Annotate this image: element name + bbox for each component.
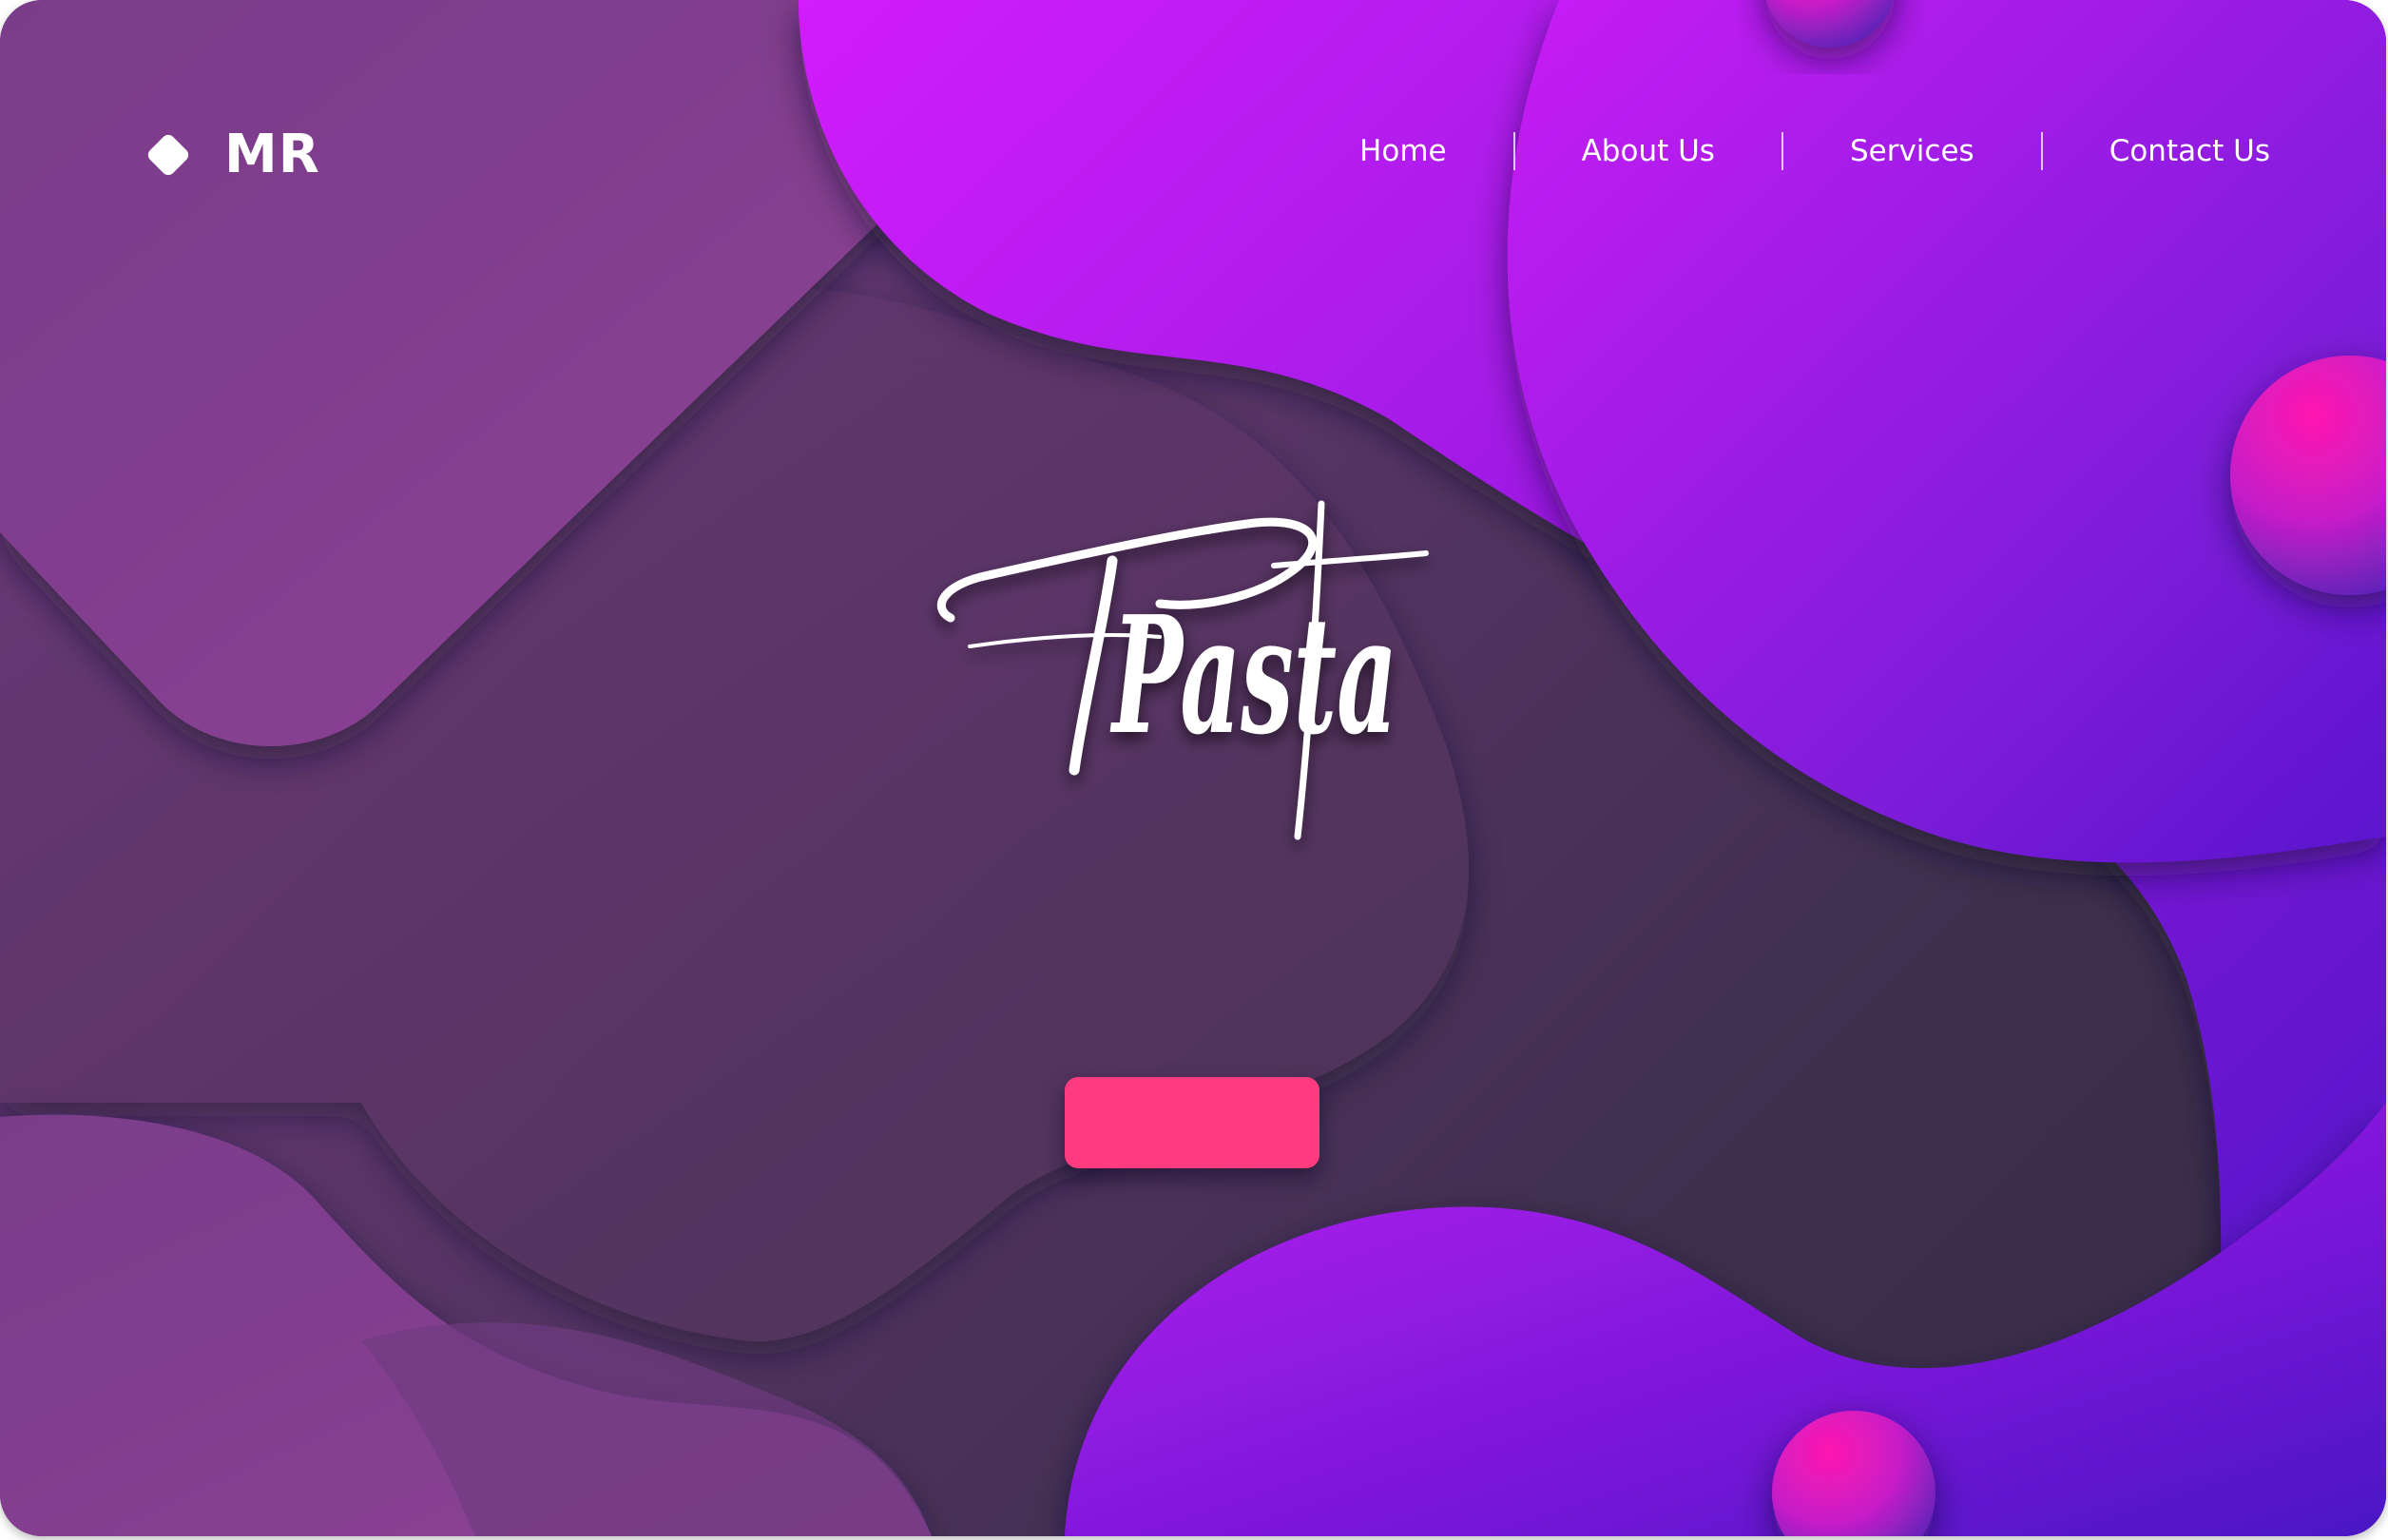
nav-item-services[interactable]: Services — [1783, 129, 2041, 173]
cta-button[interactable] — [1065, 1077, 1319, 1168]
nav-item-about-us[interactable]: About Us — [1515, 129, 1781, 173]
brand-logo[interactable]: MR — [141, 124, 320, 185]
nav-item-contact-us[interactable]: Contact Us — [2043, 129, 2337, 173]
diamond-icon — [147, 134, 189, 175]
nav-item-home[interactable]: Home — [1293, 129, 1513, 173]
brand-name: MR — [224, 124, 320, 185]
landing-page: MR Home About Us Services Contact Us Pas… — [0, 0, 2386, 1536]
site-header: MR Home About Us Services Contact Us — [0, 0, 2386, 304]
main-nav: Home About Us Services Contact Us — [1293, 129, 2337, 173]
hero-title: Pasta — [937, 500, 1429, 840]
hero-title-text: Pasta — [1110, 581, 1397, 771]
